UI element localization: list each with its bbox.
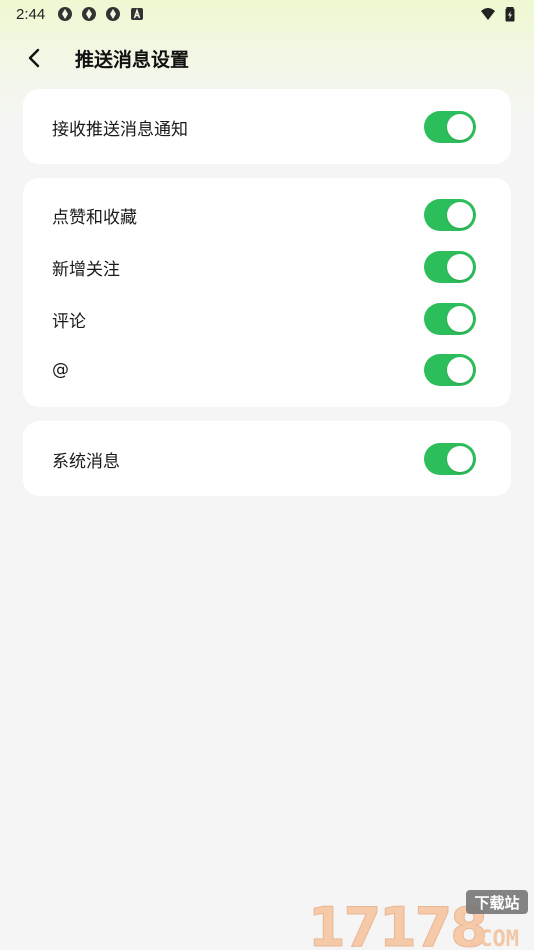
setting-label: @: [52, 360, 69, 380]
a-badge-icon: [131, 8, 144, 20]
settings-card-interactions: 点赞和收藏 新增关注 评论 @: [23, 178, 511, 407]
watermark-domain: .COM: [466, 927, 519, 950]
setting-label: 新增关注: [52, 259, 120, 280]
wifi-icon: [481, 8, 495, 20]
settings-card-master: 接收推送消息通知: [23, 89, 511, 164]
watermark-brand: 17178: [308, 896, 486, 950]
toggle-knob: [447, 446, 473, 472]
setting-row-push-notifications: 接收推送消息通知: [23, 107, 511, 147]
setting-row-comments: 评论: [23, 299, 511, 339]
setting-label: 接收推送消息通知: [52, 119, 188, 140]
setting-row-likes-favorites: 点赞和收藏: [23, 195, 511, 235]
aperture-icon: [106, 7, 121, 21]
nav-bar: 推送消息设置: [0, 36, 534, 80]
toggle-knob: [447, 202, 473, 228]
push-notifications-toggle[interactable]: [424, 111, 476, 143]
system-icons: [480, 6, 518, 22]
comments-toggle[interactable]: [424, 303, 476, 335]
toggle-knob: [447, 306, 473, 332]
system-messages-toggle[interactable]: [424, 443, 476, 475]
setting-label: 系统消息: [52, 451, 120, 472]
toggle-knob: [447, 357, 473, 383]
setting-row-new-followers: 新增关注: [23, 247, 511, 287]
notification-icons: [57, 6, 145, 22]
toggle-knob: [447, 114, 473, 140]
setting-label: 评论: [52, 311, 86, 332]
site-watermark-logo: 17178 下载站 .COM: [308, 890, 528, 950]
watermark-suffix: 下载站: [474, 894, 519, 912]
battery-icon: [505, 7, 515, 22]
chevron-left-icon: [28, 48, 40, 68]
setting-row-mentions: @: [23, 350, 511, 390]
back-button[interactable]: [22, 46, 46, 70]
aperture-icon: [82, 7, 97, 21]
page-title: 推送消息设置: [75, 49, 190, 71]
likes-favorites-toggle[interactable]: [424, 199, 476, 231]
new-followers-toggle[interactable]: [424, 251, 476, 283]
mentions-toggle[interactable]: [424, 354, 476, 386]
status-time: 2:44: [16, 5, 46, 23]
setting-row-system-messages: 系统消息: [23, 439, 511, 479]
setting-label: 点赞和收藏: [52, 207, 137, 228]
aperture-icon: [58, 7, 73, 21]
toggle-knob: [447, 254, 473, 280]
status-bar: 2:44: [0, 0, 534, 28]
settings-card-system: 系统消息: [23, 421, 511, 496]
